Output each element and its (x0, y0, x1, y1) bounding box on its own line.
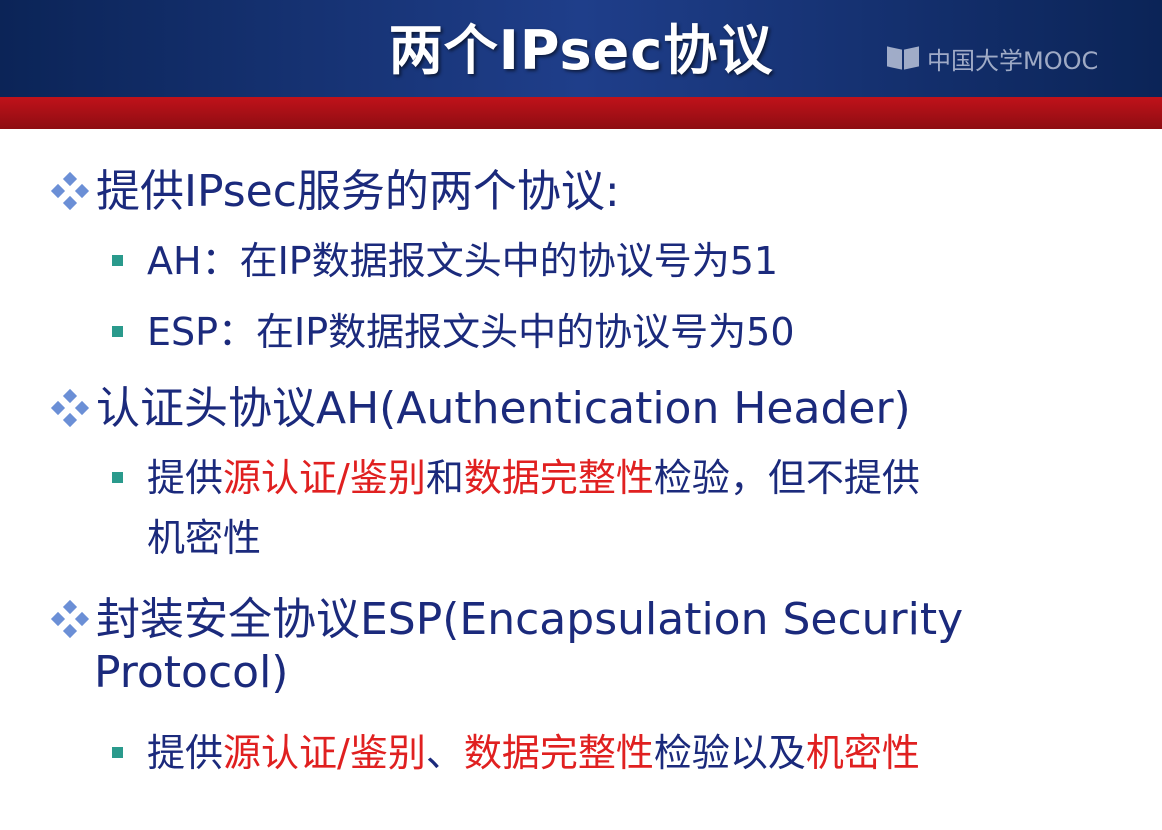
diamond-bullet-icon (50, 599, 90, 639)
text-segment: 检验以及 (653, 731, 806, 775)
highlight-segment: 源认证/鉴别 (223, 731, 426, 775)
square-bullet-icon (112, 255, 123, 266)
sub-bullet-1-2: ESP：在IP数据报文头中的协议号为50 (112, 301, 795, 356)
square-bullet-icon (112, 747, 123, 758)
highlight-segment: 数据完整性 (463, 456, 654, 500)
bullet-2: 认证头协议AH(Authentication Header) (50, 372, 911, 436)
square-bullet-icon (112, 326, 123, 337)
bullet-1: 提供IPsec服务的两个协议: (50, 155, 620, 219)
text-segment: 、 (425, 731, 464, 775)
square-bullet-icon (112, 472, 123, 483)
highlight-segment: 机密性 (805, 731, 920, 775)
bullet-3-text-cont: Protocol) (94, 647, 289, 698)
sub-bullet-text: ESP：在IP数据报文头中的协议号为50 (147, 310, 795, 354)
text-segment: 提供 (147, 731, 224, 775)
highlight-segment: 源认证/鉴别 (223, 456, 426, 500)
bullet-3: 封装安全协议ESP(Encapsulation Security (50, 583, 963, 647)
bullet-3-continuation: Protocol) (94, 647, 288, 698)
sub-bullet-3-1: 提供源认证/鉴别、数据完整性检验以及机密性 (112, 722, 920, 777)
text-segment: 机密性 (147, 516, 262, 560)
mooc-logo-icon (887, 45, 921, 71)
bullet-2-text: 认证头协议AH(Authentication Header) (96, 383, 911, 434)
sub-bullet-text: AH：在IP数据报文头中的协议号为51 (147, 239, 779, 283)
text-segment: 和 (425, 456, 464, 500)
watermark-text: 中国大学MOOC (927, 46, 1099, 75)
text-segment: 提供 (147, 456, 224, 500)
header-red-bar (0, 97, 1162, 129)
diamond-bullet-icon (50, 388, 90, 428)
sub-bullet-1-1: AH：在IP数据报文头中的协议号为51 (112, 230, 778, 285)
diamond-bullet-icon (50, 171, 90, 211)
highlight-segment: 数据完整性 (463, 731, 654, 775)
slide-header: 两个IPsec协议 中国大学MOOC (0, 0, 1162, 97)
bullet-1-text: 提供IPsec服务的两个协议: (96, 166, 620, 217)
sub-bullet-2-1: 提供源认证/鉴别和数据完整性检验，但不提供 (112, 447, 920, 502)
slide-content: 提供IPsec服务的两个协议: AH：在IP数据报文头中的协议号为51 ESP：… (0, 129, 1162, 830)
text-segment: 检验，但不提供 (653, 456, 920, 500)
bullet-3-text: 封装安全协议ESP(Encapsulation Security (96, 594, 964, 645)
sub-bullet-2-1-continuation: 机密性 (147, 507, 261, 562)
mooc-watermark: 中国大学MOOC (887, 40, 1098, 76)
